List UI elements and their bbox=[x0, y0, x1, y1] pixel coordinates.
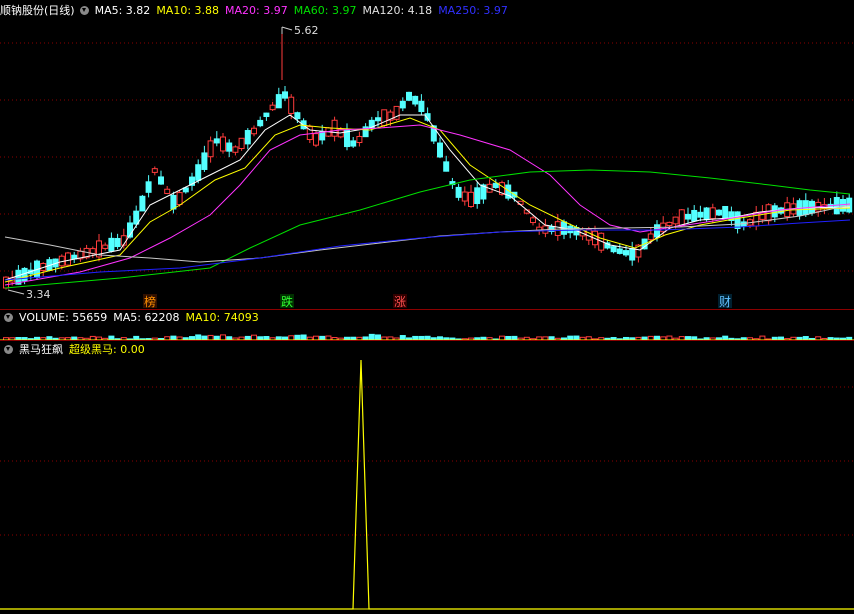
indicator-title: 黑马狂飙 bbox=[19, 343, 63, 356]
low-marker: 3.34 bbox=[7, 288, 51, 301]
volume-ma10: MA10: 74093 bbox=[185, 311, 259, 324]
candle-body bbox=[114, 238, 121, 248]
candle-body bbox=[461, 191, 468, 202]
candle-body bbox=[201, 152, 208, 170]
candle-body bbox=[666, 221, 673, 226]
candle-body bbox=[164, 188, 171, 194]
candle-body bbox=[616, 248, 623, 254]
candle-body bbox=[251, 127, 257, 135]
candle-body bbox=[232, 146, 239, 153]
candle-body bbox=[703, 207, 710, 221]
candle-body bbox=[840, 199, 846, 212]
candle-body bbox=[734, 211, 741, 229]
candle-body bbox=[226, 142, 233, 152]
candle-body bbox=[158, 176, 164, 185]
candle-body bbox=[412, 95, 419, 105]
candle-body bbox=[139, 195, 146, 212]
moving-average-lines bbox=[4, 114, 851, 289]
candle-body bbox=[691, 209, 698, 222]
candle-body bbox=[213, 138, 220, 144]
candles bbox=[3, 27, 853, 290]
candle-body bbox=[275, 94, 282, 109]
volume-header: VOLUME: 55659 MA5: 62208 MA10: 74093 bbox=[0, 311, 265, 325]
candle-body bbox=[709, 207, 716, 220]
indicator-header: 黑马狂飙 超级黑马: 0.00 bbox=[0, 343, 151, 357]
candle-body bbox=[294, 112, 301, 120]
candle-body bbox=[399, 100, 406, 109]
candle-body bbox=[716, 209, 722, 216]
candle-body bbox=[282, 91, 288, 99]
candle-body bbox=[238, 137, 245, 150]
candle-body bbox=[455, 186, 462, 198]
candle-body bbox=[443, 161, 450, 172]
ma-line-2 bbox=[4, 124, 851, 286]
candle-body bbox=[102, 244, 109, 249]
candle-body bbox=[697, 211, 704, 218]
candle-body bbox=[108, 237, 115, 252]
candle-body bbox=[654, 224, 660, 238]
candle-body bbox=[474, 187, 481, 205]
candle-body bbox=[375, 117, 381, 122]
candle-body bbox=[288, 96, 295, 114]
candle-body bbox=[685, 213, 691, 220]
low-price-label: 3.34 bbox=[26, 288, 51, 301]
candle-body bbox=[151, 168, 158, 173]
candle-body bbox=[530, 217, 536, 224]
candle-body bbox=[65, 252, 71, 266]
candle-body bbox=[647, 233, 654, 241]
event-markers: 榜 跌 涨 财 bbox=[143, 294, 732, 309]
pane-divider-volume[interactable] bbox=[0, 340, 854, 341]
candle-body bbox=[418, 100, 425, 113]
candle-body bbox=[437, 142, 443, 158]
volume-dropdown-icon[interactable] bbox=[4, 313, 13, 322]
candle-body bbox=[195, 164, 202, 181]
candle-body bbox=[610, 246, 617, 253]
candle-body bbox=[672, 216, 679, 225]
candlestick-chart[interactable]: 5.62 3.34 榜 跌 涨 财 bbox=[0, 0, 854, 310]
candle-body bbox=[133, 210, 140, 225]
candle-body bbox=[263, 112, 270, 117]
candle-body bbox=[244, 130, 251, 145]
candle-body bbox=[629, 248, 636, 261]
candle-body bbox=[722, 205, 729, 219]
indicator-dropdown-icon[interactable] bbox=[4, 345, 13, 354]
candle-body bbox=[257, 119, 264, 127]
ma-line-0 bbox=[4, 114, 851, 281]
candle-body bbox=[145, 181, 152, 193]
candle-body bbox=[269, 104, 276, 111]
candle-body bbox=[381, 109, 388, 127]
candle-body bbox=[220, 136, 226, 152]
candle-body bbox=[176, 192, 183, 206]
candle-body bbox=[170, 194, 177, 210]
candle-body bbox=[313, 133, 319, 146]
super-black-horse-line bbox=[0, 359, 854, 610]
event-marker-die[interactable]: 跌 bbox=[281, 294, 293, 309]
candle-body bbox=[207, 140, 214, 158]
event-marker-cai[interactable]: 财 bbox=[719, 295, 731, 309]
candle-body bbox=[623, 250, 629, 256]
volume-ma5: MA5: 62208 bbox=[113, 311, 180, 324]
event-marker-bang[interactable]: 榜 bbox=[144, 294, 156, 309]
candle-body bbox=[468, 191, 474, 207]
high-price-label: 5.62 bbox=[294, 24, 319, 37]
candle-body bbox=[356, 135, 363, 144]
indicator-line-value: 超级黑马: 0.00 bbox=[69, 343, 145, 356]
pane-divider-main[interactable] bbox=[0, 309, 854, 310]
event-marker-zhang[interactable]: 涨 bbox=[394, 294, 406, 309]
high-marker: 5.62 bbox=[281, 24, 319, 37]
volume-value: VOLUME: 55659 bbox=[19, 311, 108, 324]
candle-body bbox=[406, 91, 412, 101]
candle-body bbox=[678, 209, 685, 227]
candle-body bbox=[350, 140, 357, 147]
